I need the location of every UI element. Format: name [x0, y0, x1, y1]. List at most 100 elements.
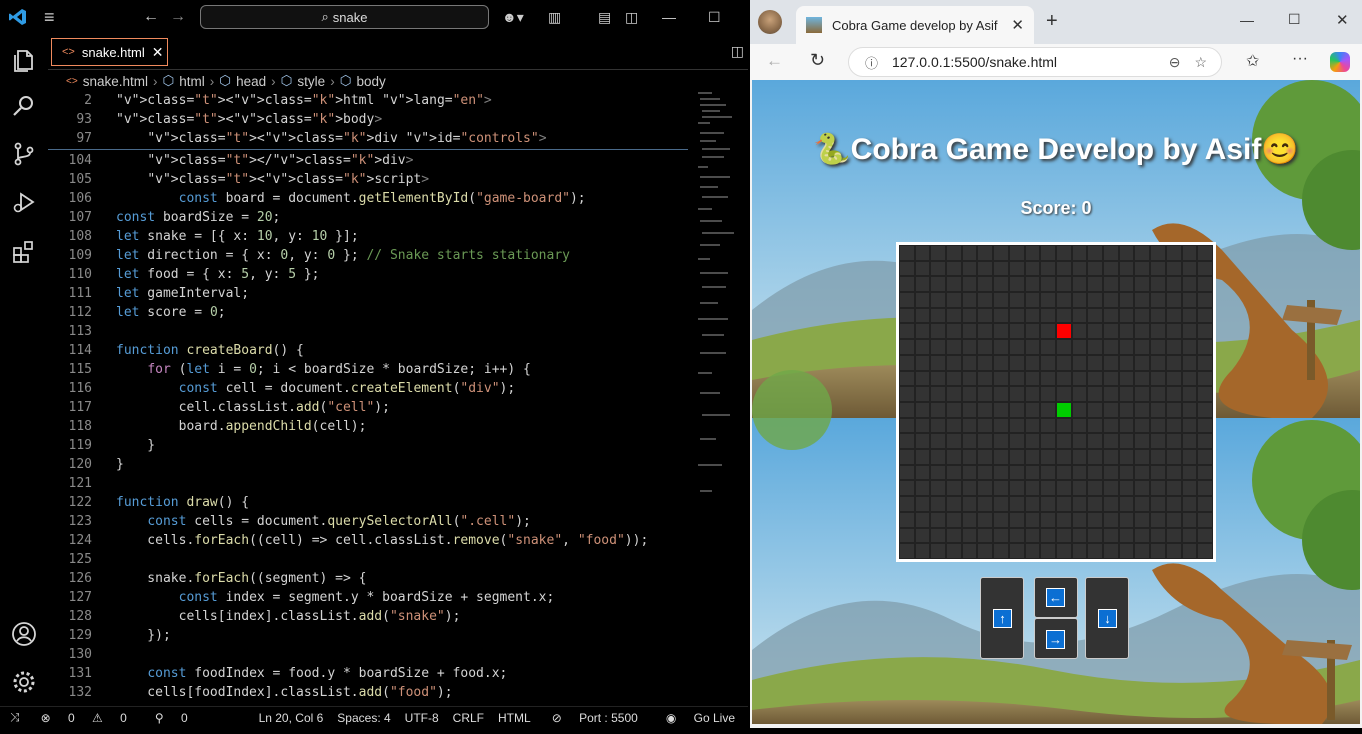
manage-gear-icon[interactable] [10, 668, 38, 696]
menu-icon[interactable]: ≡ [44, 8, 55, 26]
code-line[interactable]: const board = document.getElementById("g… [116, 191, 586, 206]
board-cell [977, 386, 994, 402]
minimap[interactable] [698, 92, 738, 512]
search-icon[interactable] [10, 92, 38, 120]
code-line[interactable]: function createBoard() { [116, 343, 304, 358]
code-line[interactable]: "v">class="t"><"v">class="k">body> [116, 112, 382, 127]
profile-avatar[interactable] [758, 10, 782, 34]
command-center-search[interactable]: ⌕ snake [200, 5, 489, 29]
code-line[interactable]: const index = segment.y * boardSize + se… [116, 590, 555, 605]
right-button[interactable]: → [1034, 618, 1078, 659]
refresh-icon[interactable]: ↻ [810, 50, 825, 71]
toggle-primary-sidebar-icon[interactable]: ▥ [548, 8, 561, 26]
extensions-icon[interactable] [10, 238, 38, 266]
code-line[interactable]: } [116, 457, 124, 472]
line-number: 130 [68, 647, 92, 662]
code-editor[interactable]: 2 "v">class="t"><"v">class="k">html "v">l… [48, 92, 748, 706]
code-line[interactable]: cells.forEach((cell) => cell.classList.r… [116, 533, 648, 548]
toggle-panel-icon[interactable]: ▤ [598, 8, 611, 26]
live-server-port[interactable]: ⊘ Port : 5500 [538, 711, 652, 725]
down-button[interactable]: ↓ [1085, 577, 1129, 659]
board-cell [1087, 339, 1104, 355]
code-line[interactable]: cells[foodIndex].classList.add("food"); [116, 685, 452, 700]
back-arrow-icon[interactable]: ← [143, 8, 159, 26]
tab-snake-html[interactable]: <> snake.html ✕ [51, 38, 168, 66]
problems-indicator[interactable]: ⊗ 0 ⚠ 0 [27, 711, 141, 725]
maximize-icon[interactable]: ☐ [708, 8, 721, 26]
code-line[interactable]: } [116, 438, 155, 453]
code-line[interactable]: "v">class="t"></"v">class="k">div> [116, 153, 413, 168]
code-line[interactable]: for (let i = 0; i < boardSize * boardSiz… [116, 362, 531, 377]
code-line[interactable]: }); [116, 628, 171, 643]
cursor-position[interactable]: Ln 20, Col 6 [252, 711, 331, 725]
code-line[interactable]: const cells = document.querySelectorAll(… [116, 514, 531, 529]
board-cell [899, 417, 915, 434]
favorites-icon[interactable]: ✩ [1246, 51, 1259, 71]
board-cell [946, 276, 962, 293]
code-line[interactable]: let snake = [{ x: 10, y: 10 }]; [116, 229, 359, 244]
explorer-icon[interactable] [10, 46, 38, 74]
new-tab-icon[interactable]: + [1046, 10, 1058, 33]
more-options-icon[interactable]: ··· [1292, 50, 1308, 68]
board-cell [961, 339, 978, 355]
minimize-icon[interactable]: — [662, 8, 676, 26]
code-line[interactable]: let gameInterval; [116, 286, 249, 301]
line-ending[interactable]: CRLF [446, 711, 491, 725]
run-debug-icon[interactable] [10, 188, 38, 216]
encoding[interactable]: UTF-8 [398, 711, 446, 725]
breadcrumb-item[interactable]: style [297, 74, 325, 89]
warning-icon: ⚠ [92, 710, 103, 725]
code-line[interactable]: "v">class="t"><"v">class="k">script> [116, 172, 429, 187]
code-line[interactable]: board.appendChild(cell); [116, 419, 367, 434]
up-button[interactable]: ↑ [980, 577, 1024, 659]
breadcrumb-item[interactable]: body [356, 74, 385, 89]
close-tab-icon[interactable]: ✕ [152, 44, 164, 61]
board-cell [930, 449, 947, 465]
board-cell [930, 260, 947, 277]
copilot-icon[interactable]: ☻▾ [502, 8, 524, 26]
remote-icon[interactable]: ⤨ [0, 710, 27, 725]
indentation[interactable]: Spaces: 4 [330, 711, 397, 725]
forward-arrow-icon[interactable]: → [170, 8, 186, 26]
back-arrow-icon[interactable]: ← [766, 51, 783, 71]
copilot-icon[interactable] [1330, 52, 1350, 72]
board-cell [1055, 417, 1072, 434]
board-cell [946, 370, 962, 387]
toggle-secondary-sidebar-icon[interactable]: ◫ [625, 8, 638, 26]
left-button[interactable]: ← [1034, 577, 1078, 618]
code-line[interactable]: cell.classList.add("cell"); [116, 400, 390, 415]
code-line[interactable]: function draw() { [116, 495, 249, 510]
code-line[interactable]: snake.forEach((segment) => { [116, 571, 366, 586]
line-number: 112 [68, 305, 92, 320]
code-line[interactable]: "v">class="t"><"v">class="k">div "v">id=… [116, 131, 546, 146]
code-line[interactable]: cells[index].classList.add("snake"); [116, 609, 461, 624]
go-live-button[interactable]: ◉ Go Live [652, 711, 748, 725]
source-control-icon[interactable] [10, 140, 38, 168]
breadcrumb-item[interactable]: html [179, 74, 205, 89]
board-cell [1024, 323, 1041, 340]
close-window-icon[interactable]: ✕ [1336, 11, 1349, 29]
code-line[interactable]: let food = { x: 5, y: 5 }; [116, 267, 320, 282]
language-mode[interactable]: HTML [491, 711, 538, 725]
favorite-star-icon[interactable]: ☆ [1194, 54, 1207, 71]
code-line[interactable]: "v">class="t"><"v">class="k">html "v">la… [116, 93, 492, 108]
port-label: Port : 5500 [579, 710, 638, 725]
code-line[interactable]: let direction = { x: 0, y: 0 }; // Snake… [116, 248, 570, 263]
code-line[interactable]: let score = 0; [116, 305, 226, 320]
breadcrumb-item[interactable]: head [236, 74, 266, 89]
board-cell [946, 527, 962, 544]
code-line[interactable]: const cell = document.createElement("div… [116, 381, 516, 396]
code-line[interactable]: const boardSize = 20; [116, 210, 280, 225]
ports-indicator[interactable]: ⚲ 0 [141, 711, 202, 725]
zoom-out-icon[interactable]: ⊖ [1169, 54, 1181, 71]
browser-tab[interactable]: Cobra Game develop by Asif ✕ [796, 6, 1034, 44]
board-cell [1165, 480, 1182, 497]
maximize-icon[interactable]: ☐ [1288, 11, 1301, 28]
accounts-icon[interactable] [10, 620, 38, 648]
split-editor-icon[interactable]: ◫ [731, 43, 744, 60]
minimize-icon[interactable]: — [1240, 12, 1254, 28]
code-line[interactable]: const foodIndex = food.y * boardSize + f… [116, 666, 507, 681]
url-bar[interactable]: ⓘ 127.0.0.1:5500/snake.html ⊖ ☆ [848, 47, 1222, 77]
breadcrumb-item[interactable]: snake.html [83, 74, 148, 89]
close-tab-icon[interactable]: ✕ [1011, 16, 1024, 34]
